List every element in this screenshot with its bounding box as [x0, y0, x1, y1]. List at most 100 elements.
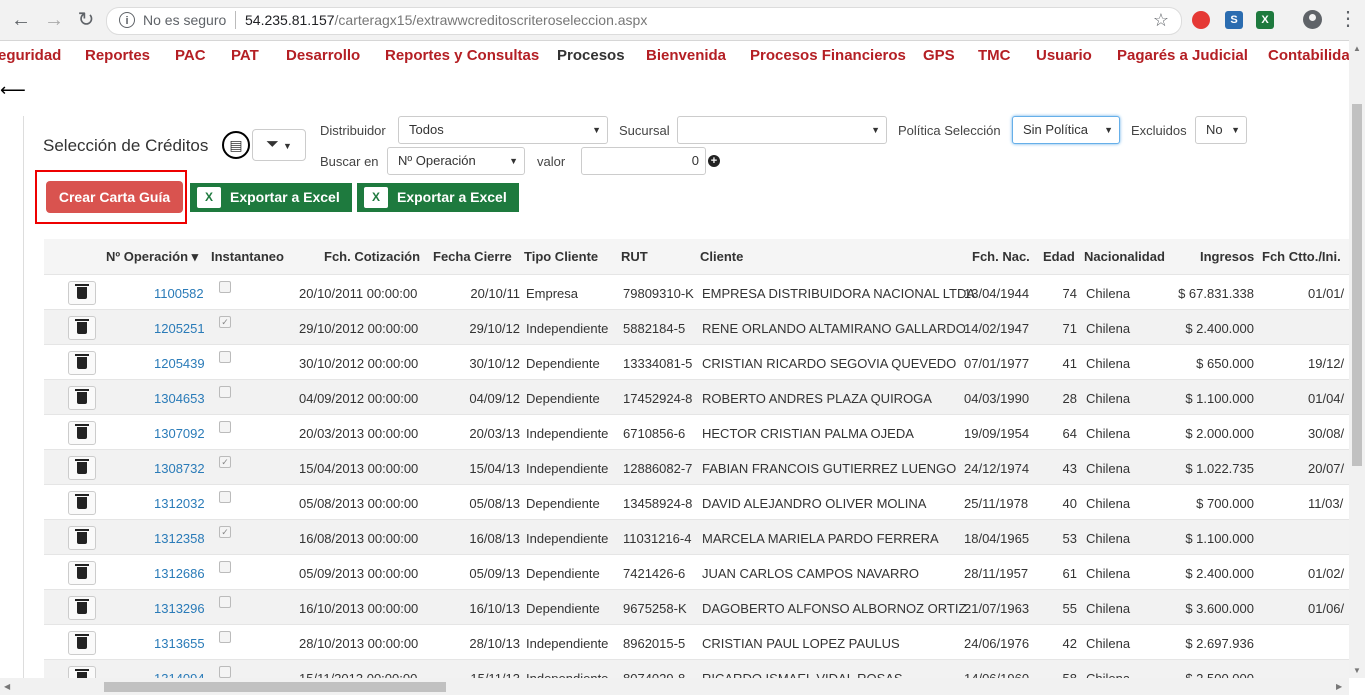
menu-bienvenida[interactable]: Bienvenida [646, 47, 726, 64]
reload-icon[interactable]: ↻ [74, 8, 98, 32]
delete-button[interactable] [68, 631, 96, 655]
menu-desarrollo[interactable]: Desarrollo [286, 47, 360, 64]
col-operacion[interactable]: Nº Operación ▾ [106, 249, 198, 265]
cell-op[interactable]: 1313296 [154, 601, 205, 616]
extension-red-icon[interactable] [1192, 11, 1210, 29]
horizontal-scrollbar[interactable]: ◀ ▶ [0, 678, 1349, 695]
delete-button[interactable] [68, 316, 96, 340]
col-instantaneo[interactable]: Instantaneo [211, 249, 284, 264]
cell-ctto: 11/03/ [1308, 496, 1344, 511]
menu-gps[interactable]: GPS [923, 47, 955, 64]
col-edad[interactable]: Edad [1043, 249, 1075, 264]
scroll-right-icon[interactable]: ▶ [1336, 682, 1342, 691]
menu-reportes-consultas[interactable]: Reportes y Consultas [385, 47, 539, 64]
cell-nacionalidad: Chilena [1086, 426, 1131, 441]
delete-button[interactable] [68, 386, 96, 410]
cell-op[interactable]: 1308732 [154, 461, 205, 476]
cell-op[interactable]: 1100582 [154, 286, 204, 301]
cell-op[interactable]: 1312686 [154, 566, 205, 581]
buscar-select[interactable]: Nº Operación [387, 147, 525, 175]
menu-procesos-financieros[interactable]: Procesos Financieros [750, 47, 906, 64]
delete-button[interactable] [68, 351, 96, 375]
account-icon[interactable] [1303, 10, 1322, 29]
instantaneo-checkbox[interactable] [219, 561, 231, 573]
menu-contabilidad[interactable]: Contabilidad [1268, 47, 1359, 64]
menu-reportes[interactable]: Reportes [85, 47, 150, 64]
cell-op[interactable]: 1312358 [154, 531, 205, 546]
cell-op[interactable]: 1312032 [154, 496, 205, 511]
politica-select[interactable]: Sin Política [1012, 116, 1120, 144]
col-ingresos[interactable]: Ingresos [1200, 249, 1254, 264]
menu-pagares-judicial[interactable]: Pagarés a Judicial [1117, 47, 1248, 64]
col-cliente[interactable]: Cliente [700, 249, 743, 264]
col-tipo-cliente[interactable]: Tipo Cliente [524, 249, 598, 264]
delete-button[interactable] [68, 596, 96, 620]
menu-pac[interactable]: PAC [175, 47, 206, 64]
col-nacionalidad[interactable]: Nacionalidad [1084, 249, 1165, 264]
info-icon[interactable]: i [119, 12, 135, 28]
filter-button[interactable]: ⏷ ▼ [252, 129, 306, 161]
instantaneo-checkbox[interactable]: ✓ [219, 316, 231, 328]
export-excel-button-1[interactable]: X Exportar a Excel [190, 183, 352, 212]
menu-usuario[interactable]: Usuario [1036, 47, 1092, 64]
instantaneo-checkbox[interactable]: ✓ [219, 456, 231, 468]
cell-op[interactable]: 1313655 [154, 636, 205, 651]
back-icon[interactable]: ← [9, 8, 33, 32]
menu-procesos[interactable]: Procesos [557, 47, 625, 64]
col-fecha-cierre[interactable]: Fecha Cierre [433, 249, 512, 264]
extension-excel-icon[interactable]: X [1256, 11, 1274, 29]
vertical-scroll-thumb[interactable] [1352, 104, 1362, 466]
instantaneo-checkbox[interactable] [219, 421, 231, 433]
instantaneo-checkbox[interactable] [219, 491, 231, 503]
delete-button[interactable] [68, 281, 96, 305]
valor-input[interactable]: 0 [581, 147, 706, 175]
delete-button[interactable] [68, 456, 96, 480]
menu-pat[interactable]: PAT [231, 47, 259, 64]
delete-button[interactable] [68, 491, 96, 515]
address-bar[interactable]: i No es seguro 54.235.81.157/carteragx15… [106, 7, 1182, 35]
crear-carta-guia-button[interactable]: Crear Carta Guía [46, 181, 183, 213]
instantaneo-checkbox[interactable]: ✓ [219, 526, 231, 538]
cell-op[interactable]: 1205439 [154, 356, 205, 371]
cell-cot: 16/10/2013 00:00:00 [299, 601, 419, 616]
distribuidor-select[interactable]: Todos [398, 116, 608, 144]
col-rut[interactable]: RUT [621, 249, 648, 264]
bookmark-star-icon[interactable]: ☆ [1153, 10, 1169, 31]
add-filter-icon[interactable]: + [708, 155, 720, 167]
extension-s-icon[interactable]: S [1225, 11, 1243, 29]
scroll-down-icon[interactable]: ▼ [1353, 666, 1361, 675]
menu-kebab-icon[interactable]: ⋮ [1338, 6, 1358, 31]
horizontal-scroll-thumb[interactable] [104, 682, 446, 692]
menu-seguridad[interactable]: eguridad [0, 47, 61, 64]
instantaneo-checkbox[interactable] [219, 386, 231, 398]
cell-op[interactable]: 1304653 [154, 391, 205, 406]
sucursal-select[interactable] [677, 116, 887, 144]
excluidos-label: Excluidos [1131, 123, 1187, 138]
cell-op[interactable]: 1307092 [154, 426, 205, 441]
cell-cot: 15/04/2013 00:00:00 [299, 461, 419, 476]
back-arrow-icon[interactable]: ⟵ [0, 80, 26, 101]
scroll-left-icon[interactable]: ◀ [4, 682, 10, 691]
cell-edad: 55 [1062, 601, 1077, 616]
col-fch-ctto[interactable]: Fch Ctto./Ini. [1262, 249, 1341, 264]
delete-button[interactable] [68, 421, 96, 445]
delete-button[interactable] [68, 526, 96, 550]
cell-nacionalidad: Chilena [1086, 461, 1131, 476]
col-fch-cotizacion[interactable]: Fch. Cotización [324, 249, 420, 264]
col-fch-nac[interactable]: Fch. Nac. [972, 249, 1030, 264]
instantaneo-checkbox[interactable] [219, 631, 231, 643]
cell-op[interactable]: 1205251 [154, 321, 205, 336]
cell-cierre: 04/09/12 [469, 391, 520, 406]
settings-list-icon[interactable]: ▤ [222, 131, 250, 159]
instantaneo-checkbox[interactable] [219, 281, 231, 293]
delete-button[interactable] [68, 561, 96, 585]
instantaneo-checkbox[interactable] [219, 666, 231, 678]
excluidos-select[interactable]: No [1195, 116, 1247, 144]
export-excel-button-2[interactable]: X Exportar a Excel [357, 183, 519, 212]
instantaneo-checkbox[interactable] [219, 596, 231, 608]
scroll-up-icon[interactable]: ▲ [1353, 44, 1361, 53]
vertical-scrollbar[interactable]: ▲ ▼ [1349, 40, 1365, 678]
forward-icon[interactable]: → [42, 8, 66, 32]
menu-tmc[interactable]: TMC [978, 47, 1011, 64]
instantaneo-checkbox[interactable] [219, 351, 231, 363]
